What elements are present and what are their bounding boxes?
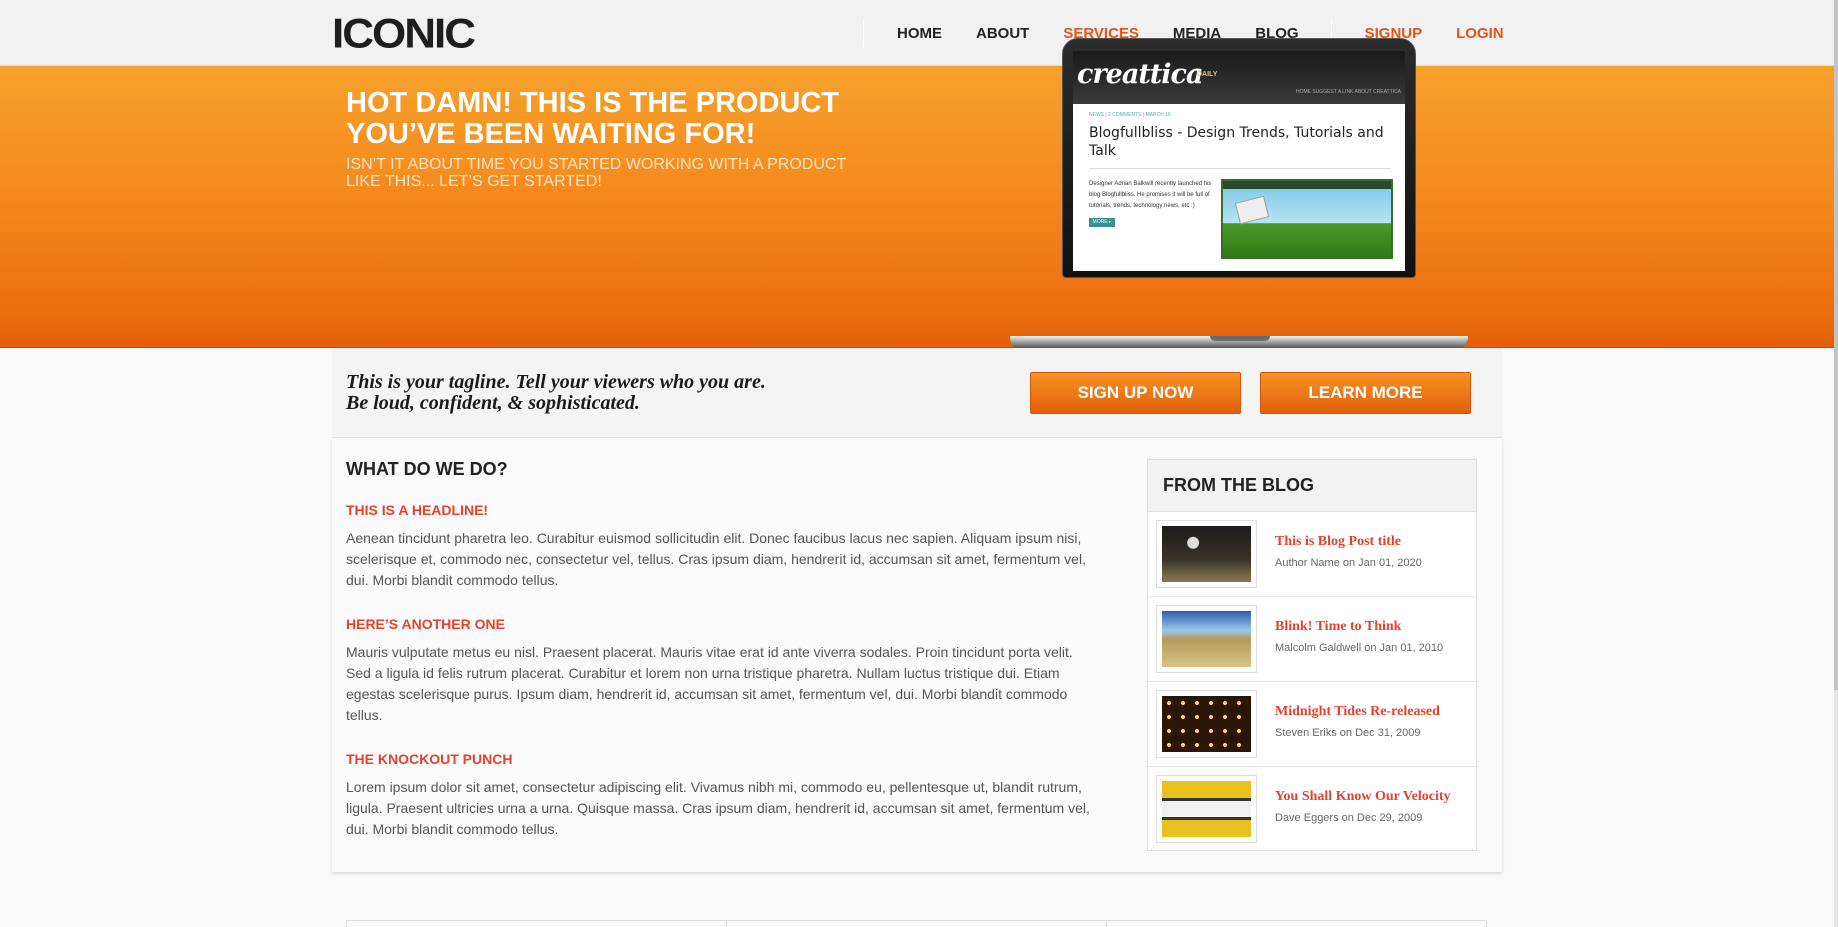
feature-text: Mauris vulputate metus eu nisl. Praesent… — [346, 644, 1073, 723]
thumbnail-image — [1162, 696, 1251, 752]
hero-title: HOT DAMN! THIS IS THE PRODUCT YOU’VE BEE… — [346, 87, 839, 150]
nav-login-link[interactable]: LOGIN — [1439, 25, 1521, 42]
blog-post-thumbnail[interactable] — [1156, 605, 1257, 673]
screen-site-header: creattica DAILY HOME SUGGEST A LINK ABOU… — [1073, 51, 1405, 104]
blog-post-thumbnail[interactable] — [1156, 690, 1257, 758]
learn-more-button[interactable]: LEARN MORE — [1260, 372, 1471, 414]
screen-more-button: MORE ▸ — [1089, 218, 1115, 227]
blog-post-title-link[interactable]: Midnight Tides Re-released — [1275, 704, 1440, 720]
section-title: WHAT DO WE DO? — [346, 459, 508, 479]
nav-divider — [863, 19, 864, 47]
blog-post-thumbnail[interactable] — [1156, 775, 1257, 843]
screen-post-meta: NEWS | 2 COMMENTS | MARCH 16 — [1089, 112, 1171, 118]
blog-post-item[interactable]: Blink! Time to Think Malcolm Galdwell on… — [1148, 597, 1476, 682]
blog-post-title-link[interactable]: This is Blog Post title — [1275, 534, 1401, 550]
blog-post-item[interactable]: Midnight Tides Re-released Steven Eriks … — [1148, 682, 1476, 767]
tagline: This is your tagline. Tell your viewers … — [346, 372, 866, 414]
nav-about-link[interactable]: ABOUT — [959, 25, 1046, 42]
screen-site-logo: creattica — [1077, 59, 1203, 90]
feature-item: THIS IS A HEADLINE! Aenean tincidunt pha… — [346, 502, 1096, 591]
footer-column — [1106, 921, 1487, 927]
blog-post-title-link[interactable]: You Shall Know Our Velocity — [1275, 789, 1451, 805]
footer-columns — [346, 920, 1487, 927]
blog-post-meta: Author Name on Jan 01, 2020 — [1275, 557, 1422, 569]
feature-headline: THE KNOCKOUT PUNCH — [346, 751, 513, 767]
screen-post-text: Designer Adrian Balkwill recently launch… — [1089, 181, 1212, 209]
thumbnail-image — [1162, 611, 1251, 667]
feature-text: Aenean tincidunt pharetra leo. Curabitur… — [346, 530, 1086, 588]
feature-headline: HERE’S ANOTHER ONE — [346, 616, 505, 632]
blog-post-meta: Malcolm Galdwell on Jan 01, 2010 — [1275, 642, 1444, 654]
feature-item: THE KNOCKOUT PUNCH Lorem ipsum dolor sit… — [346, 751, 1096, 840]
blog-post-meta: Steven Eriks on Dec 31, 2009 — [1275, 727, 1421, 739]
blog-post-title-link[interactable]: Blink! Time to Think — [1275, 619, 1401, 635]
screen-site-logo-tag: DAILY — [1197, 71, 1218, 78]
blog-post-item[interactable]: This is Blog Post title Author Name on J… — [1148, 512, 1476, 597]
blog-sidebar: FROM THE BLOG This is Blog Post title Au… — [1147, 459, 1477, 851]
thumbnail-image — [1162, 526, 1251, 582]
footer-column — [726, 921, 1106, 927]
feature-item: HERE’S ANOTHER ONE Mauris vulputate metu… — [346, 616, 1096, 726]
site-logo[interactable]: ICONIC — [332, 13, 476, 55]
blog-post-meta: Dave Eggers on Dec 29, 2009 — [1275, 812, 1423, 824]
tagline-line-1: This is your tagline. Tell your viewers … — [346, 371, 766, 393]
page-scrollbar[interactable] — [1834, 0, 1838, 927]
nav-home-link[interactable]: HOME — [880, 25, 959, 42]
sign-up-now-button[interactable]: SIGN UP NOW — [1030, 372, 1241, 414]
blog-post-item[interactable]: You Shall Know Our Velocity Dave Eggers … — [1148, 767, 1476, 852]
screen-post-title: Blogfullbliss - Design Trends, Tutorials… — [1089, 124, 1391, 169]
laptop-screen: creattica DAILY HOME SUGGEST A LINK ABOU… — [1073, 51, 1405, 271]
screen-image-card — [1234, 195, 1270, 225]
blog-sidebar-title: FROM THE BLOG — [1148, 460, 1476, 512]
tagline-line-2: Be loud, confident, & sophisticated. — [346, 392, 640, 414]
screen-site-nav: HOME SUGGEST A LINK ABOUT CREATTICA — [1295, 89, 1401, 95]
top-navigation-bar: ICONIC HOME ABOUT SERVICES MEDIA BLOG SI… — [0, 0, 1838, 66]
laptop-screen-frame: creattica DAILY HOME SUGGEST A LINK ABOU… — [1062, 38, 1416, 278]
thumbnail-image — [1162, 781, 1251, 837]
hero-subtitle: ISN’T IT ABOUT TIME YOU STARTED WORKING … — [346, 156, 846, 190]
scrollbar-thumb[interactable] — [1834, 0, 1838, 690]
screen-image-menu-bar — [1223, 181, 1391, 189]
hero-banner — [0, 66, 1834, 348]
screen-post-body: Designer Adrian Balkwill recently launch… — [1089, 179, 1405, 269]
feature-text: Lorem ipsum dolor sit amet, consectetur … — [346, 779, 1090, 837]
footer-column — [346, 921, 726, 927]
blog-post-thumbnail[interactable] — [1156, 520, 1257, 588]
feature-headline: THIS IS A HEADLINE! — [346, 502, 489, 518]
screen-post-image — [1221, 179, 1393, 259]
laptop-hinge-notch — [1210, 336, 1270, 341]
